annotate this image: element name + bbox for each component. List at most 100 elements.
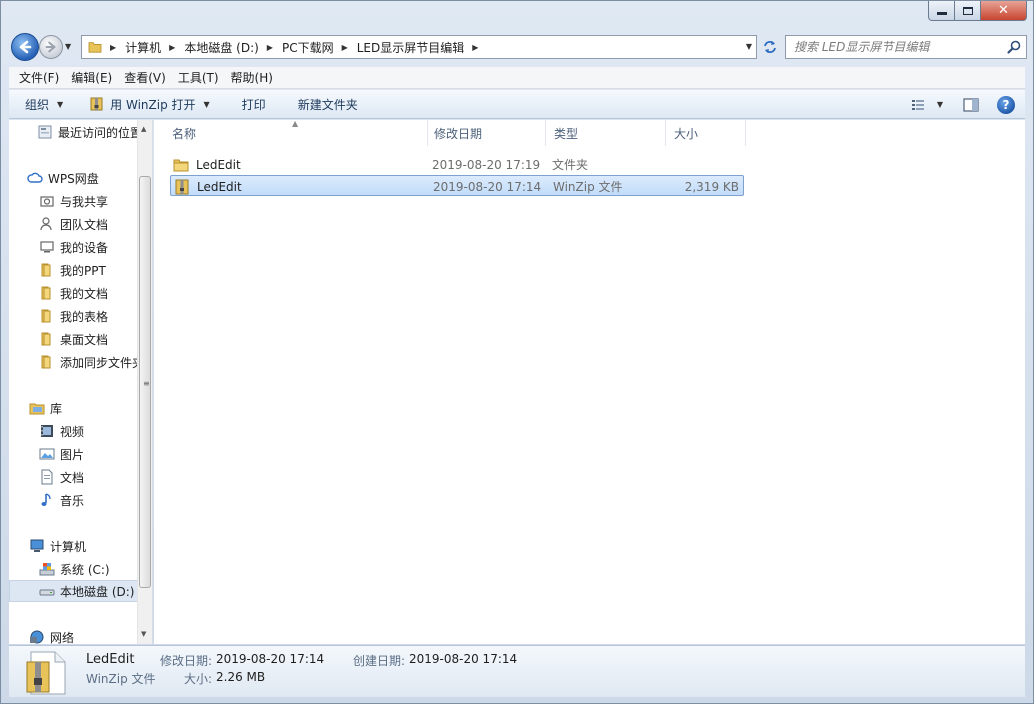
- column-size[interactable]: 大小: [666, 120, 746, 146]
- scroll-up-icon[interactable]: ▲: [141, 125, 146, 133]
- details-size-label: 大小:: [184, 672, 213, 686]
- nav-desktop-docs[interactable]: 桌面文档: [39, 328, 152, 350]
- help-icon: ?: [997, 95, 1015, 114]
- search-icon[interactable]: [1006, 39, 1022, 55]
- new-folder-button[interactable]: 新建文件夹: [276, 90, 368, 118]
- navigation-pane: 最近访问的位置 WPS网盘 与我共享 团队文档 我的设备 我的PPT 我的文档: [9, 120, 153, 644]
- chevron-down-icon: ▼: [203, 99, 210, 109]
- recent-pages-dropdown[interactable]: ▼: [65, 42, 71, 51]
- file-type: 文件夹: [552, 158, 589, 172]
- nav-documents[interactable]: 文档: [39, 466, 152, 488]
- breadcrumb-separator-icon[interactable]: ▶: [267, 43, 273, 52]
- nav-music[interactable]: 音乐: [39, 489, 152, 511]
- scroll-down-icon[interactable]: ▼: [141, 630, 146, 638]
- chevron-down-icon: ▼: [936, 100, 943, 109]
- breadcrumb-led-editor[interactable]: LED显示屏节目编辑: [357, 39, 465, 56]
- organize-button[interactable]: 组织 ▼: [9, 90, 73, 118]
- breadcrumb-computer[interactable]: 计算机: [125, 39, 161, 56]
- nav-libraries[interactable]: 库: [29, 397, 152, 419]
- nav-wps-cloud[interactable]: WPS网盘: [27, 167, 152, 189]
- sort-ascending-icon: ▲: [292, 119, 299, 128]
- preview-pane-button[interactable]: [949, 90, 993, 119]
- forward-button[interactable]: [39, 35, 63, 59]
- refresh-button[interactable]: [759, 36, 781, 58]
- file-type: WinZip 文件: [553, 180, 623, 194]
- breadcrumb-separator-icon[interactable]: ▶: [169, 43, 175, 52]
- change-view-button[interactable]: ▼: [905, 90, 949, 119]
- winzip-icon: [90, 97, 103, 111]
- name-cell: LedEdit: [173, 176, 242, 197]
- menu-edit[interactable]: 编辑(E): [65, 69, 118, 86]
- details-file-type: WinZip 文件: [86, 672, 156, 686]
- nav-add-sync-folder[interactable]: 添加同步文件夹: [39, 351, 152, 373]
- view-list-icon: [911, 99, 924, 110]
- folder-icon: [41, 263, 51, 277]
- nav-recent-places[interactable]: 最近访问的位置: [37, 121, 152, 143]
- system-drive-icon: [39, 563, 55, 576]
- file-row-winzip[interactable]: LedEdit 2019-08-20 17:14 WinZip 文件 2,319…: [170, 175, 744, 196]
- recent-places-icon: [38, 125, 52, 139]
- menu-view[interactable]: 查看(V): [118, 69, 172, 86]
- open-with-winzip-button[interactable]: 用 WinZip 打开 ▼: [73, 90, 220, 118]
- nav-videos[interactable]: 视频: [39, 420, 152, 442]
- file-name: LedEdit: [197, 179, 242, 194]
- nav-my-sheets[interactable]: 我的表格: [39, 305, 152, 327]
- details-pane: LedEdit WinZip 文件 修改日期: 2019-08-20 17:14…: [9, 645, 1025, 697]
- folder-icon: [88, 42, 102, 53]
- nav-drive-c[interactable]: 系统 (C:): [39, 558, 152, 580]
- winzip-large-icon: [26, 651, 66, 695]
- breadcrumb-pc-download[interactable]: PC下载网: [282, 39, 334, 56]
- arrow-right-icon: [45, 41, 56, 53]
- nav-team-docs[interactable]: 团队文档: [39, 213, 152, 235]
- music-note-icon: [41, 493, 51, 506]
- column-date-modified[interactable]: 修改日期: [426, 120, 546, 146]
- breadcrumb-separator-icon[interactable]: ▶: [472, 43, 478, 52]
- folder-icon: [41, 355, 51, 369]
- breadcrumb-separator-icon[interactable]: ▶: [110, 43, 116, 52]
- folder-icon: [41, 286, 51, 300]
- folder-icon: [173, 159, 189, 171]
- help-button[interactable]: ?: [993, 90, 1019, 119]
- nav-my-documents[interactable]: 我的文档: [39, 282, 152, 304]
- details-file-name: LedEdit: [86, 652, 135, 667]
- breadcrumb-separator-icon[interactable]: ▶: [342, 43, 348, 52]
- cloud-icon: [27, 172, 43, 183]
- library-icon: [29, 403, 45, 415]
- nav-network[interactable]: 网络: [29, 626, 152, 644]
- device-icon: [40, 241, 54, 253]
- back-button[interactable]: [11, 33, 39, 61]
- folder-icon: [41, 332, 51, 346]
- scroll-grip-icon: ≡: [143, 379, 150, 388]
- maximize-button[interactable]: [955, 1, 981, 21]
- nav-computer[interactable]: 计算机: [29, 535, 152, 557]
- refresh-icon: [764, 41, 776, 53]
- nav-my-devices[interactable]: 我的设备: [39, 236, 152, 258]
- nav-my-ppt[interactable]: 我的PPT: [39, 259, 152, 281]
- details-size-value: 2.26 MB: [216, 670, 266, 684]
- nav-drive-d[interactable]: 本地磁盘 (D:): [9, 580, 138, 602]
- nav-scrollbar-thumb[interactable]: ≡: [139, 176, 151, 588]
- nav-scrollbar[interactable]: ▲ ≡ ▼: [137, 120, 152, 644]
- open-with-label: 用 WinZip 打开: [110, 97, 196, 112]
- print-button[interactable]: 打印: [220, 90, 276, 118]
- address-history-dropdown[interactable]: ▼: [746, 42, 752, 51]
- minimize-button[interactable]: [928, 1, 955, 21]
- close-button[interactable]: ✕: [981, 1, 1027, 21]
- nav-pictures[interactable]: 图片: [39, 443, 152, 465]
- close-icon: ✕: [998, 3, 1009, 18]
- column-type[interactable]: 类型: [546, 120, 666, 146]
- search-input[interactable]: [794, 37, 1004, 57]
- video-icon: [41, 425, 53, 437]
- menu-file[interactable]: 文件(F): [13, 69, 65, 86]
- file-list-pane: 名称 ▲ 修改日期 类型 大小 LedEdit 2019-08-20 17:19…: [154, 119, 1025, 644]
- menu-tools[interactable]: 工具(T): [172, 69, 225, 86]
- nav-shared-with-me[interactable]: 与我共享: [39, 190, 152, 212]
- menu-help[interactable]: 帮助(H): [225, 69, 279, 86]
- organize-label: 组织: [25, 97, 50, 112]
- address-bar[interactable]: ▶ 计算机 ▶ 本地磁盘 (D:) ▶ PC下载网 ▶ LED显示屏节目编辑 ▶…: [81, 35, 757, 59]
- breadcrumb-drive-d[interactable]: 本地磁盘 (D:): [184, 39, 258, 56]
- file-name: LedEdit: [196, 157, 241, 172]
- file-row-folder[interactable]: LedEdit 2019-08-20 17:19 文件夹: [170, 154, 744, 175]
- command-toolbar: 组织 ▼ 用 WinZip 打开 ▼ 打印 新建文件夹 ▼ ?: [9, 90, 1025, 119]
- search-box[interactable]: [785, 35, 1027, 59]
